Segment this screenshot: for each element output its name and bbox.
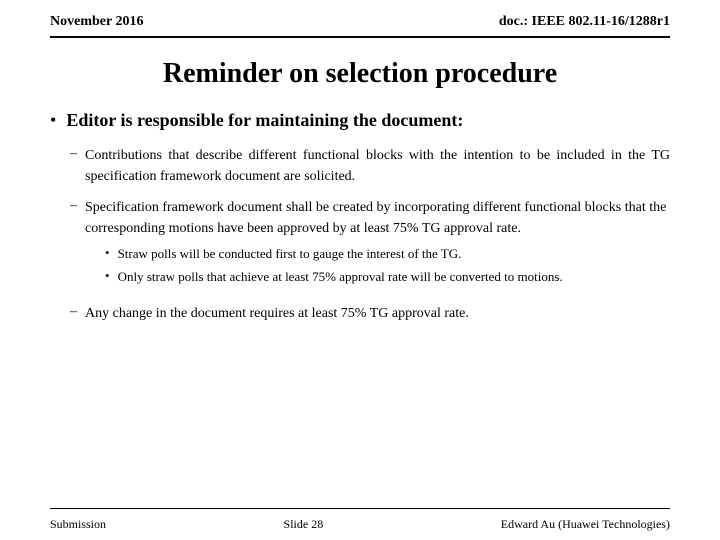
- header-date: November 2016: [50, 14, 143, 30]
- dash-symbol-2: –: [70, 198, 77, 214]
- dash-item-2-content: Specification framework document shall b…: [85, 197, 670, 293]
- footer-submission: Submission: [50, 517, 106, 532]
- dash-symbol-3: –: [70, 304, 77, 320]
- main-bullet-item: • Editor is responsible for maintaining …: [50, 108, 670, 133]
- dash-item-1: – Contributions that describe different …: [70, 145, 670, 187]
- nested-bullet-2: • Only straw polls that achieve at least…: [105, 268, 670, 287]
- nested-bullet-text-2: Only straw polls that achieve at least 7…: [118, 268, 563, 287]
- nested-bullet-symbol-2: •: [105, 268, 110, 284]
- footer: Submission Slide 28 Edward Au (Huawei Te…: [50, 508, 670, 540]
- nested-bullet-1: • Straw polls will be conducted first to…: [105, 245, 670, 264]
- footer-author: Edward Au (Huawei Technologies): [501, 517, 670, 532]
- dash-text-1: Contributions that describe different fu…: [85, 145, 670, 187]
- header-doc: doc.: IEEE 802.11-16/1288r1: [499, 14, 670, 30]
- nested-bullets: • Straw polls will be conducted first to…: [105, 245, 670, 287]
- nested-bullet-text-1: Straw polls will be conducted first to g…: [118, 245, 462, 264]
- main-bullet-text: Editor is responsible for maintaining th…: [66, 108, 463, 133]
- nested-bullet-symbol-1: •: [105, 245, 110, 261]
- dash-symbol-1: –: [70, 146, 77, 162]
- header: November 2016 doc.: IEEE 802.11-16/1288r…: [50, 0, 670, 38]
- page: November 2016 doc.: IEEE 802.11-16/1288r…: [0, 0, 720, 540]
- footer-slide: Slide 28: [284, 517, 324, 532]
- sub-items: – Contributions that describe different …: [70, 145, 670, 324]
- dash-text-3: Any change in the document requires at l…: [85, 303, 469, 324]
- dash-item-2: – Specification framework document shall…: [70, 197, 670, 293]
- dash-text-2: Specification framework document shall b…: [85, 200, 666, 236]
- page-title: Reminder on selection procedure: [50, 58, 670, 90]
- main-content: • Editor is responsible for maintaining …: [50, 108, 670, 508]
- dash-item-3: – Any change in the document requires at…: [70, 303, 670, 324]
- bullet-symbol: •: [50, 110, 56, 131]
